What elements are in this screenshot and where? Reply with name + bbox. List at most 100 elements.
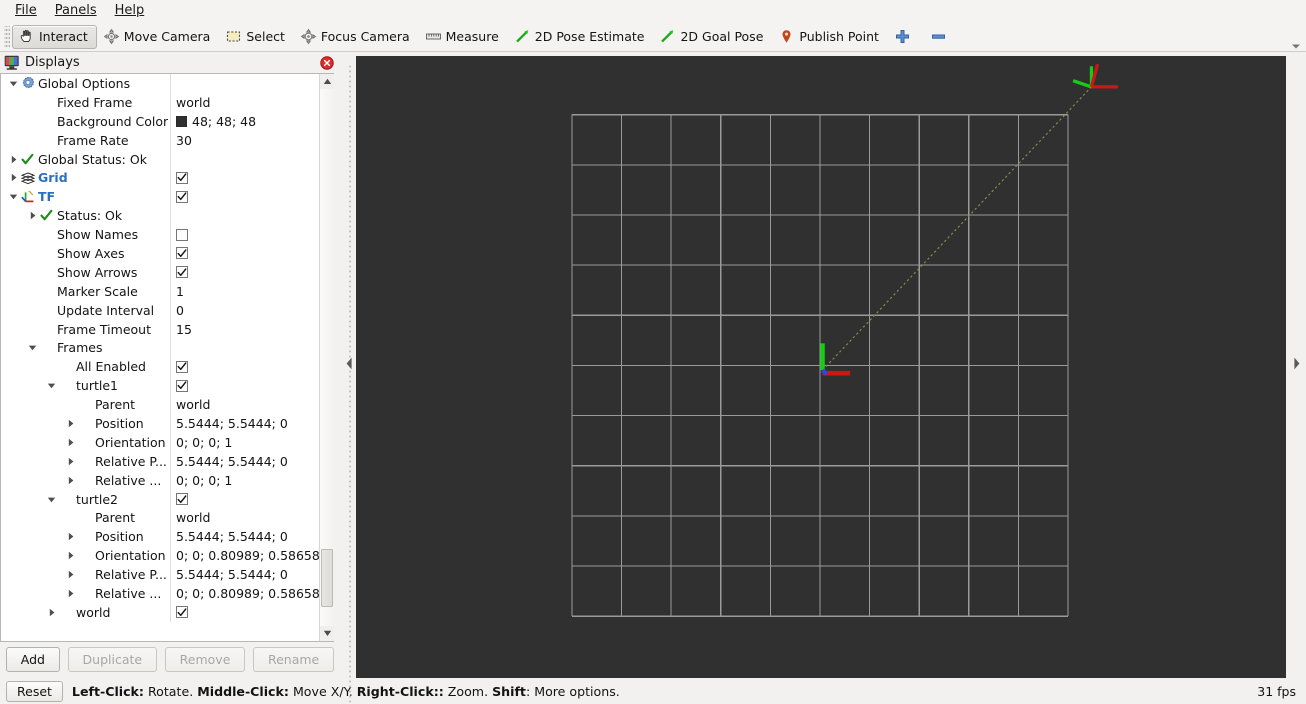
- tree-row-value-cell[interactable]: 0: [170, 300, 319, 320]
- tree-row-value-cell[interactable]: 1: [170, 281, 319, 301]
- expander-expand-icon[interactable]: [7, 155, 20, 164]
- tree-row-value-cell[interactable]: [170, 376, 319, 396]
- tree-row-value-cell[interactable]: 0; 0; 0; 1: [170, 470, 319, 490]
- tree-row-value-cell[interactable]: [170, 489, 319, 509]
- checkbox-unchecked[interactable]: [176, 228, 188, 241]
- displays-tree-row[interactable]: All Enabled: [1, 357, 319, 377]
- tree-row-value-cell[interactable]: 5.5444; 5.5444; 0: [170, 414, 319, 433]
- displays-tree-row[interactable]: Parent world: [1, 395, 319, 415]
- displays-tree-row[interactable]: Global Options: [1, 74, 319, 93]
- tool-interact-button[interactable]: Interact: [12, 24, 97, 49]
- scrollbar-track[interactable]: [320, 89, 334, 626]
- tree-row-value-cell[interactable]: 0; 0; 0.80989; 0.58658: [170, 584, 319, 603]
- displays-tree-row[interactable]: Show Arrows: [1, 262, 319, 282]
- remove-display-button[interactable]: Remove: [164, 646, 246, 672]
- expander-collapse-icon[interactable]: [45, 495, 58, 504]
- tool-focus-camera-button[interactable]: Focus Camera: [294, 25, 419, 49]
- displays-tree-row[interactable]: turtle2: [1, 489, 319, 509]
- displays-tree-row[interactable]: Frame Timeout 15: [1, 319, 319, 339]
- tree-row-value-cell[interactable]: world: [170, 92, 319, 112]
- expander-collapse-icon[interactable]: [7, 79, 20, 88]
- displays-tree-row[interactable]: Relative P... 5.5444; 5.5444; 0: [1, 565, 319, 585]
- tree-row-value-cell[interactable]: 5.5444; 5.5444; 0: [170, 527, 319, 547]
- displays-tree-row[interactable]: TF: [1, 187, 319, 207]
- rename-display-button[interactable]: Rename: [253, 646, 335, 672]
- displays-tree-scrollbar[interactable]: [319, 74, 334, 641]
- tree-row-value-cell[interactable]: 0; 0; 0; 1: [170, 432, 319, 452]
- displays-tree-row[interactable]: turtle1: [1, 376, 319, 396]
- expander-expand-icon[interactable]: [64, 589, 77, 598]
- checkbox-checked[interactable]: [176, 266, 188, 279]
- tool-measure-button[interactable]: Measure: [419, 25, 508, 49]
- tree-row-value-cell[interactable]: [170, 262, 319, 282]
- displays-tree-row[interactable]: Relative P... 5.5444; 5.5444; 0: [1, 451, 319, 471]
- tree-row-value-cell[interactable]: 0; 0; 0.80989; 0.58658: [170, 546, 319, 566]
- expander-collapse-icon[interactable]: [26, 343, 39, 352]
- expander-expand-icon[interactable]: [64, 457, 77, 466]
- displays-tree-row[interactable]: Marker Scale 1: [1, 281, 319, 301]
- expander-expand-icon[interactable]: [26, 211, 39, 220]
- tree-row-value-cell[interactable]: [170, 244, 319, 263]
- displays-tree-row[interactable]: Position 5.5444; 5.5444; 0: [1, 527, 319, 547]
- tool-publish-point-button[interactable]: Publish Point: [772, 25, 888, 49]
- displays-tree-row[interactable]: Orientation 0; 0; 0.80989; 0.58658: [1, 546, 319, 566]
- checkbox-checked[interactable]: [176, 171, 188, 184]
- displays-tree-row[interactable]: Relative ... 0; 0; 0; 1: [1, 470, 319, 490]
- tree-row-value-cell[interactable]: world: [170, 508, 319, 528]
- displays-tree[interactable]: Global Options Fixed Frame world Background…: [1, 74, 319, 641]
- displays-tree-row[interactable]: Status: Ok: [1, 206, 319, 226]
- checkbox-checked[interactable]: [176, 606, 188, 619]
- expander-expand-icon[interactable]: [64, 419, 77, 428]
- checkbox-checked[interactable]: [176, 247, 188, 260]
- tree-row-value-cell[interactable]: world: [170, 395, 319, 415]
- checkbox-checked[interactable]: [176, 190, 188, 203]
- expander-expand-icon[interactable]: [64, 476, 77, 485]
- expander-expand-icon[interactable]: [64, 438, 77, 447]
- tree-row-value-cell[interactable]: 48; 48; 48: [170, 111, 319, 131]
- menu-panels[interactable]: Panels: [46, 2, 106, 21]
- tool-remove-button[interactable]: [924, 25, 960, 49]
- left-splitter-handle[interactable]: [343, 52, 356, 704]
- add-display-button[interactable]: Add: [6, 646, 60, 672]
- tree-row-value-cell[interactable]: 5.5444; 5.5444; 0: [170, 451, 319, 471]
- displays-tree-row[interactable]: Update Interval 0: [1, 300, 319, 320]
- menu-file[interactable]: File: [6, 2, 46, 21]
- duplicate-display-button[interactable]: Duplicate: [67, 646, 157, 672]
- toolbar-drag-handle[interactable]: [4, 25, 10, 48]
- close-icon[interactable]: [319, 55, 334, 70]
- tool-move-camera-button[interactable]: Move Camera: [97, 25, 220, 49]
- displays-tree-row[interactable]: Background Color 48; 48; 48: [1, 111, 319, 131]
- expander-expand-icon[interactable]: [45, 608, 58, 617]
- displays-tree-row[interactable]: Fixed Frame world: [1, 92, 319, 112]
- expander-expand-icon[interactable]: [64, 570, 77, 579]
- displays-tree-row[interactable]: Frame Rate 30: [1, 130, 319, 150]
- scroll-down-button[interactable]: [320, 626, 334, 641]
- tool-2d-goal-pose-button[interactable]: 2D Goal Pose: [653, 25, 772, 49]
- tree-row-value-cell[interactable]: [170, 225, 319, 245]
- expander-expand-icon[interactable]: [7, 173, 20, 182]
- tool-select-button[interactable]: Select: [219, 25, 294, 49]
- tree-row-value-cell[interactable]: 5.5444; 5.5444; 0: [170, 565, 319, 585]
- displays-tree-row[interactable]: world: [1, 602, 319, 622]
- displays-tree-row[interactable]: Show Names: [1, 225, 319, 245]
- collapse-right-icon[interactable]: [1293, 357, 1300, 373]
- displays-tree-row[interactable]: Position 5.5444; 5.5444; 0: [1, 414, 319, 433]
- tree-row-value-cell[interactable]: [170, 602, 319, 622]
- displays-tree-row[interactable]: Frames: [1, 338, 319, 358]
- displays-tree-row[interactable]: Show Axes: [1, 244, 319, 263]
- tool-2d-pose-estimate-button[interactable]: 2D Pose Estimate: [508, 25, 654, 49]
- right-splitter-handle[interactable]: [1286, 52, 1306, 678]
- expander-expand-icon[interactable]: [64, 551, 77, 560]
- scrollbar-thumb[interactable]: [321, 549, 333, 607]
- displays-tree-row[interactable]: Grid: [1, 168, 319, 188]
- tree-row-value-cell[interactable]: 30: [170, 130, 319, 150]
- displays-tree-row[interactable]: Parent world: [1, 508, 319, 528]
- tree-row-value-cell[interactable]: [170, 168, 319, 188]
- tree-row-value-cell[interactable]: 15: [170, 319, 319, 339]
- tree-row-value-cell[interactable]: [170, 357, 319, 377]
- reset-button[interactable]: Reset: [6, 680, 63, 702]
- displays-tree-row[interactable]: Orientation 0; 0; 0; 1: [1, 432, 319, 452]
- tree-row-value-cell[interactable]: [170, 187, 319, 207]
- menu-help[interactable]: Help: [106, 2, 154, 21]
- displays-tree-row[interactable]: Relative ... 0; 0; 0.80989; 0.58658: [1, 584, 319, 603]
